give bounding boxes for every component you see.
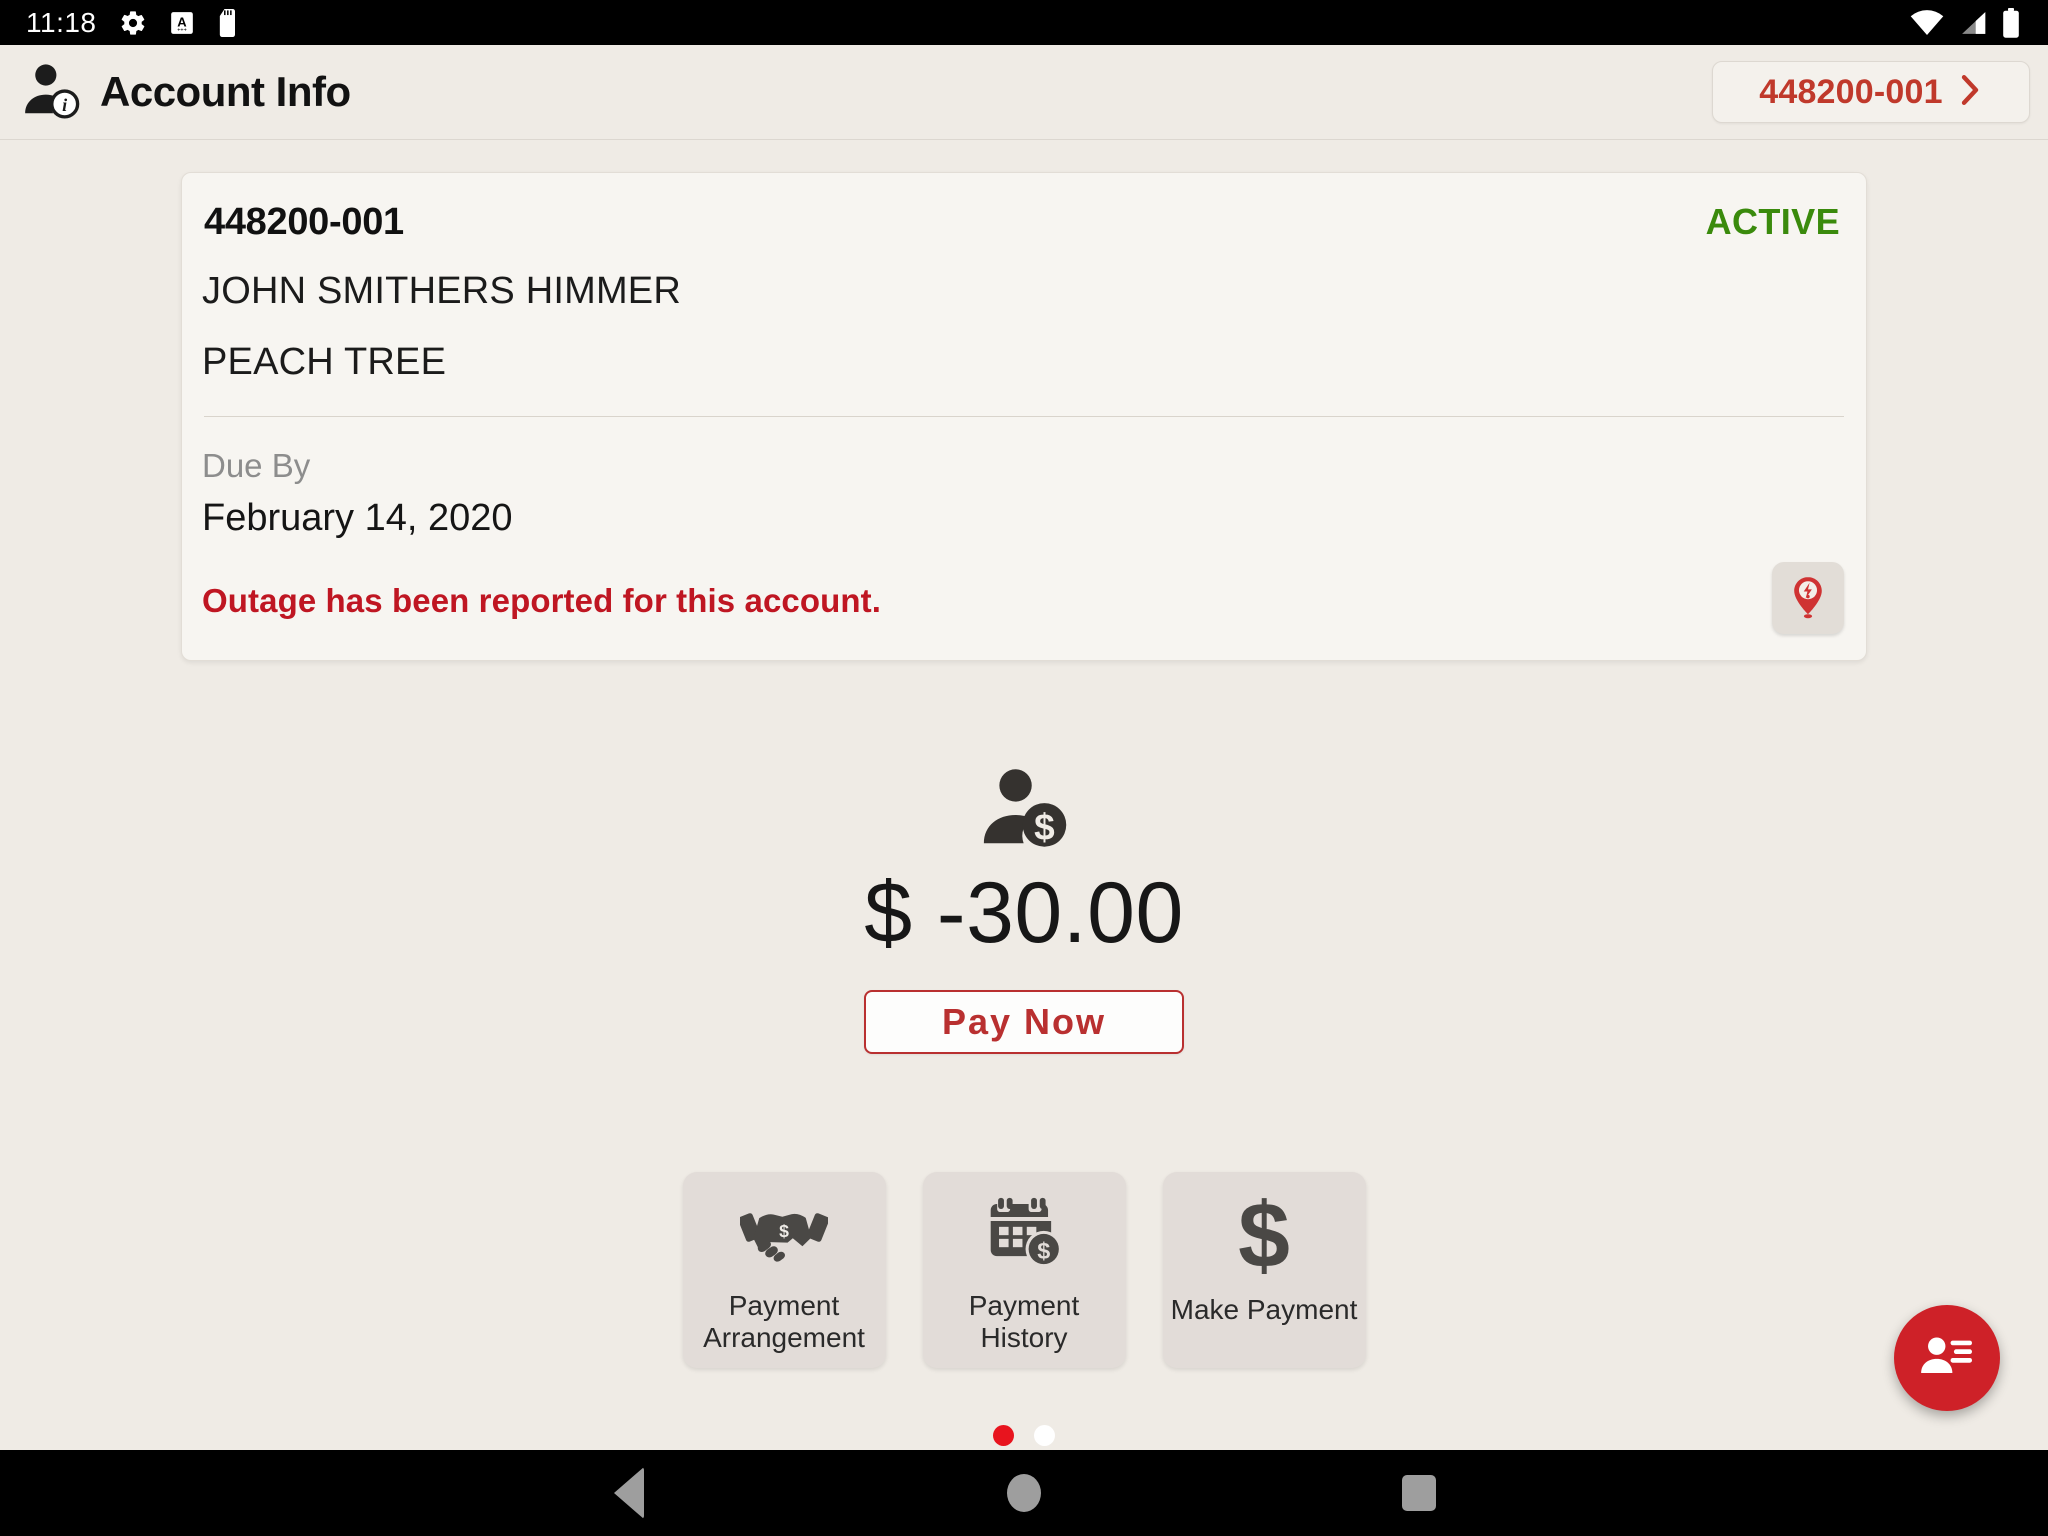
quick-actions-row: $ Payment Arrangement $ Payment History … [0,1172,2048,1368]
account-summary-card[interactable]: 448200-001 ACTIVE JOHN SMITHERS HIMMER P… [181,172,1867,661]
accounts-fab-button[interactable] [1894,1305,2000,1411]
calendar-dollar-icon: $ [983,1190,1065,1276]
home-circle-icon [1007,1474,1041,1512]
service-address: PEACH TREE [202,341,447,383]
wifi-icon [1910,9,1944,36]
balance-section: $ $ -30.00 Pay Now [0,760,2048,1054]
cell-signal-icon [1958,10,1988,36]
outage-alert-text: Outage has been reported for this accoun… [202,582,881,619]
app-screen: 11:18 A +++ i Account Info 448200-001 44… [0,0,2048,1536]
pager-dot-1[interactable] [993,1425,1014,1446]
pager-dots [0,1425,2048,1446]
due-by-date: February 14, 2020 [202,497,513,539]
pay-now-button[interactable]: Pay Now [864,990,1184,1054]
status-bar: 11:18 A +++ [0,0,2048,45]
tile-label-make-payment: Make Payment [1170,1294,1358,1325]
status-bar-left: 11:18 A +++ [26,6,239,38]
app-header: i Account Info 448200-001 [0,45,2048,140]
tile-make-payment[interactable]: $ Make Payment [1162,1172,1366,1368]
header-title-group: i Account Info [20,59,351,126]
contact-list-icon [1918,1330,1976,1387]
status-bar-right [1910,7,2030,38]
svg-text:$: $ [1034,806,1055,847]
tile-label-payment-arrangement: Payment Arrangement [703,1290,865,1353]
page-title: Account Info [100,68,351,115]
tile-label-payment-history: Payment History [968,1290,1080,1353]
tile-payment-history[interactable]: $ Payment History [922,1172,1126,1368]
account-selector-chip[interactable]: 448200-001 [1712,61,2030,123]
customer-name: JOHN SMITHERS HIMMER [202,270,681,312]
account-selector-label: 448200-001 [1759,72,1943,111]
outage-pin-icon[interactable] [1772,562,1844,634]
svg-text:+++: +++ [177,27,186,33]
pager-dot-2[interactable] [1034,1425,1055,1446]
account-info-icon: i [20,59,82,126]
handshake-icon: $ [740,1190,828,1276]
nav-recents-button[interactable] [1314,1450,1524,1536]
nav-back-button[interactable] [524,1450,734,1536]
main-content: 448200-001 ACTIVE JOHN SMITHERS HIMMER P… [0,140,2048,1450]
recents-square-icon [1402,1475,1436,1511]
android-auto-icon: A +++ [169,10,195,36]
svg-text:$: $ [1238,1195,1290,1279]
chevron-right-icon [1957,73,1983,112]
sd-card-icon [217,8,239,37]
svg-text:$: $ [779,1221,789,1241]
nav-home-button[interactable] [919,1450,1129,1536]
balance-amount: $ -30.00 [864,865,1184,961]
svg-text:i: i [62,95,67,115]
status-badge: ACTIVE [1705,201,1840,242]
customer-balance-icon: $ [978,760,1070,852]
settings-gear-icon [119,9,147,37]
card-divider [204,416,1844,417]
dollar-sign-icon: $ [1234,1194,1294,1280]
account-card-header-row: 448200-001 ACTIVE [202,201,1846,244]
svg-text:$: $ [1037,1238,1050,1264]
account-number: 448200-001 [204,201,404,243]
status-bar-clock: 11:18 [26,6,97,38]
android-nav-bar [0,1450,2048,1536]
back-triangle-icon [614,1467,644,1519]
battery-icon [2002,7,2020,38]
outage-alert-row: Outage has been reported for this accoun… [202,562,1846,634]
tile-payment-arrangement[interactable]: $ Payment Arrangement [682,1172,886,1368]
due-by-label: Due By [202,447,311,484]
